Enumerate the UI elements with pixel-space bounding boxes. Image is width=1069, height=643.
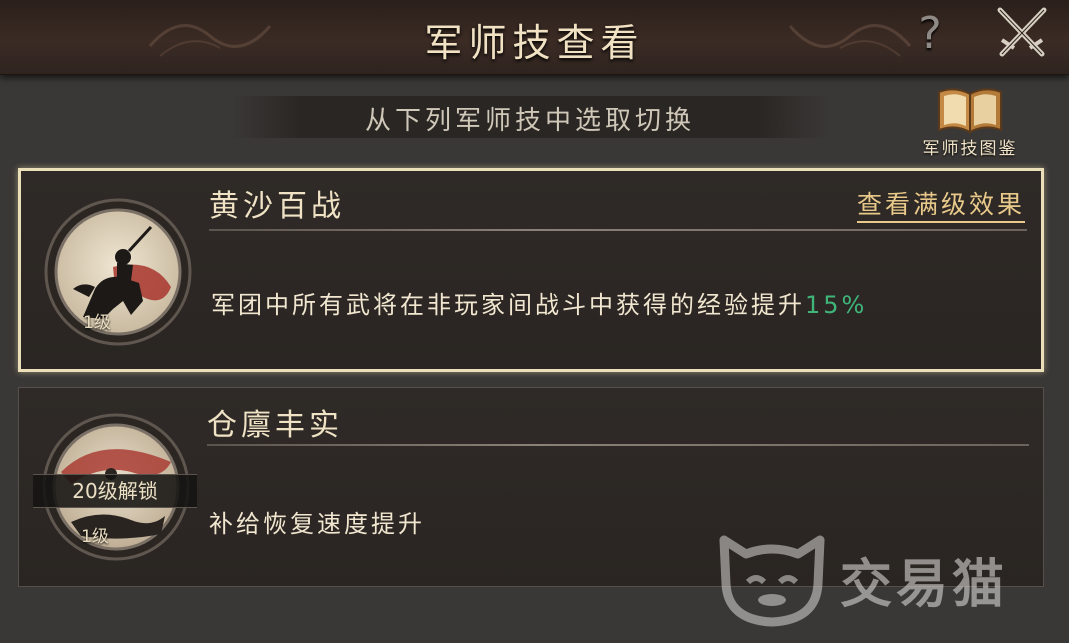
subtitle-text: 从下列军师技中选取切换 [364, 106, 695, 136]
subtitle-bar: 从下列军师技中选取切换 [230, 96, 830, 138]
header-bar: 军师技查看 ? [0, 0, 1069, 75]
divider [209, 229, 1027, 231]
view-max-level-effect-link[interactable]: 查看满级效果 [856, 185, 1025, 223]
skill-description-text: 军团中所有武将在非玩家间战斗中获得的经验提升 [211, 291, 805, 319]
skill-name: 仓廪丰实 [207, 408, 343, 443]
skill-atlas-label: 军师技图鉴 [922, 139, 1018, 159]
skill-description: 军团中所有武将在非玩家间战斗中获得的经验提升15% [211, 285, 867, 320]
unlock-requirement-banner: 20级解锁 [33, 474, 197, 508]
open-book-icon [938, 88, 1002, 134]
skill-description: 补给恢复速度提升 [209, 510, 425, 538]
help-button[interactable]: ? [908, 8, 952, 60]
watermark-text: 交易猫 [840, 555, 1009, 615]
skill-name: 黄沙百战 [209, 189, 345, 224]
divider [207, 444, 1029, 446]
skill-level: 1级 [83, 313, 111, 333]
cat-logo-icon [719, 535, 825, 627]
close-button[interactable] [992, 4, 1052, 64]
jiaoyimao-watermark: 交易猫 [712, 520, 1052, 630]
crossed-swords-close-icon [997, 7, 1047, 57]
skill-bonus-value: 15% [805, 291, 868, 319]
skill-level: 1级 [81, 527, 109, 547]
skill-card-1[interactable]: 1级 黄沙百战 查看满级效果 军团中所有武将在非玩家间战斗中获得的经验提升15% [18, 168, 1044, 372]
skill-atlas-button[interactable]: 军师技图鉴 [905, 80, 1035, 160]
